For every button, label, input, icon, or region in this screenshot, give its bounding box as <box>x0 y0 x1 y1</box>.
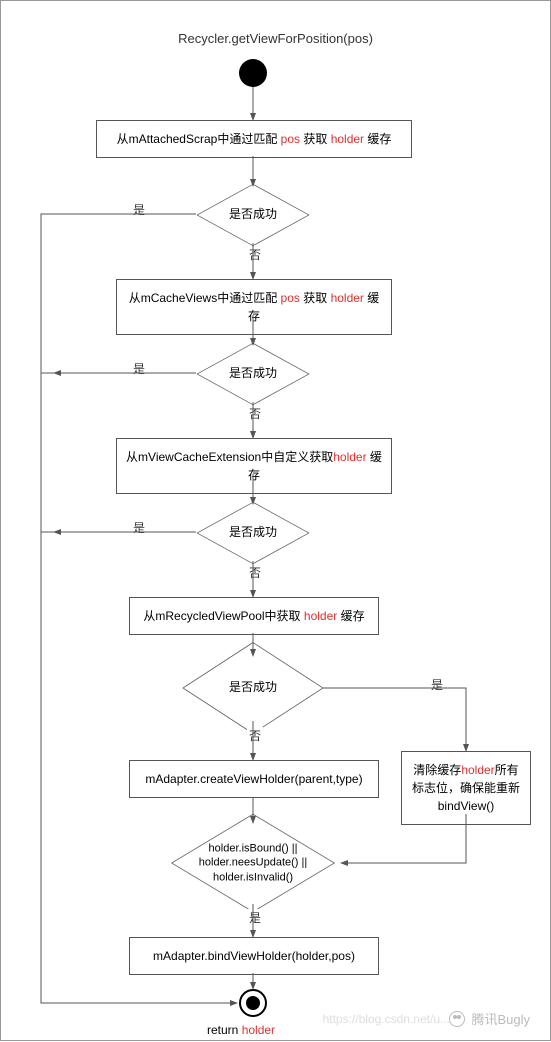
d1-no-label: 否 <box>247 246 263 263</box>
decision-2: 是否成功 <box>178 347 328 401</box>
box-view-cache-ext: 从mViewCacheExtension中自定义获取holder 缓存 <box>116 438 392 494</box>
flowchart-canvas: Recycler.getViewForPosition(pos) 从mAttac… <box>0 0 551 1041</box>
decision-4: 是否成功 <box>178 661 328 715</box>
watermark-url: https://blog.csdn.net/u... <box>323 1012 450 1026</box>
box-clear-flags: 清除缓存holder所有标志位，确保能重新bindView() <box>401 751 531 825</box>
decision-5: holder.isBound() || holder.neesUpdate() … <box>178 826 328 900</box>
wechat-icon <box>449 1011 465 1027</box>
d4-yes-label: 是 <box>429 676 445 693</box>
d4-no-label: 否 <box>247 727 263 744</box>
d2-no-label: 否 <box>247 405 263 422</box>
box-recycled-pool: 从mRecycledViewPool中获取 holder 缓存 <box>129 597 379 635</box>
box-bind-holder: mAdapter.bindViewHolder(holder,pos) <box>129 937 379 975</box>
d3-yes-label: 是 <box>131 519 147 536</box>
d5-yes-label: 是 <box>247 909 263 926</box>
box-create-holder: mAdapter.createViewHolder(parent,type) <box>129 760 379 798</box>
box-attached-scrap: 从mAttachedScrap中通过匹配 pos 获取 holder 缓存 <box>96 120 412 158</box>
diagram-title: Recycler.getViewForPosition(pos) <box>1 31 550 46</box>
end-node <box>239 989 267 1017</box>
watermark-bugly: 腾讯Bugly <box>449 1009 530 1028</box>
return-label: return holder <box>207 1023 275 1037</box>
box-cache-views: 从mCacheViews中通过匹配 pos 获取 holder 缓存 <box>116 279 392 335</box>
d2-yes-label: 是 <box>131 360 147 377</box>
d1-yes-label: 是 <box>131 201 147 218</box>
d3-no-label: 否 <box>247 564 263 581</box>
decision-1: 是否成功 <box>178 188 328 242</box>
start-node <box>239 59 267 87</box>
decision-3: 是否成功 <box>178 506 328 560</box>
